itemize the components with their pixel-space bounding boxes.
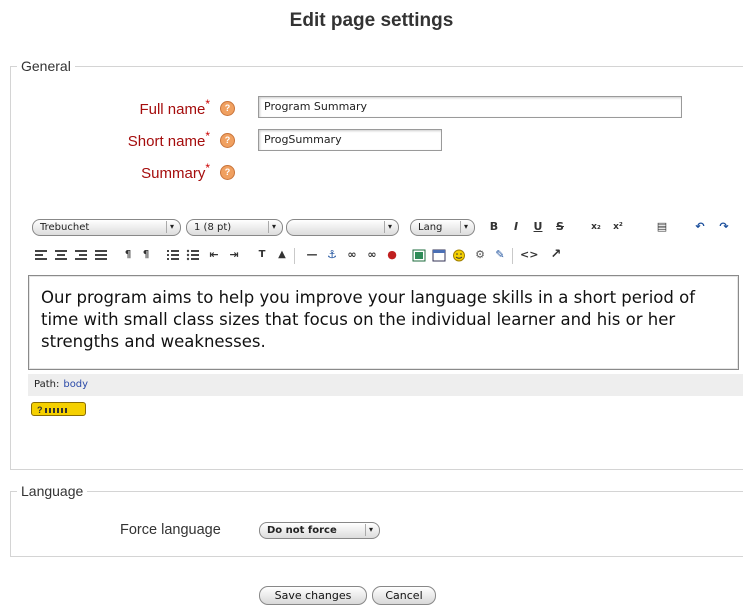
subscript-button[interactable]: x₂	[588, 219, 604, 235]
editor-help-badge[interactable]: ?	[31, 402, 86, 416]
toolbar-divider	[512, 248, 513, 264]
underline-button[interactable]: U	[530, 219, 546, 235]
align-center-icon[interactable]	[54, 249, 68, 262]
unordered-list-icon[interactable]	[186, 249, 200, 262]
superscript-button[interactable]: x²	[610, 219, 626, 235]
unlink-icon[interactable]: ∞	[364, 247, 380, 263]
path-label: Path:	[34, 379, 60, 390]
cancel-button[interactable]: Cancel	[372, 586, 436, 605]
undo-icon[interactable]: ↶	[692, 219, 708, 235]
save-changes-button[interactable]: Save changes	[259, 586, 367, 605]
justify-icon[interactable]	[94, 249, 108, 262]
summary-label: Summary*	[141, 161, 210, 182]
short-name-help-icon[interactable]: ?	[220, 133, 235, 148]
short-name-label: Short name*	[127, 129, 210, 150]
editor-content-area[interactable]: Our program aims to help you improve you…	[28, 275, 739, 370]
text-color-icon[interactable]: T	[254, 247, 270, 263]
ordered-list-icon[interactable]	[166, 249, 180, 262]
insert-table-icon[interactable]	[432, 249, 446, 262]
align-right-icon[interactable]	[74, 249, 88, 262]
indent-icon[interactable]: ⇥	[226, 247, 242, 263]
path-value-link[interactable]: body	[63, 379, 88, 390]
language-legend: Language	[21, 483, 84, 499]
link-icon[interactable]: ∞	[344, 247, 360, 263]
summary-help-icon[interactable]: ?	[220, 165, 235, 180]
outdent-icon[interactable]: ⇤	[206, 247, 222, 263]
editor-path-bar: Path: body	[28, 374, 743, 396]
rtl-icon[interactable]: ¶	[138, 247, 154, 263]
nolink-icon[interactable]: ●	[384, 247, 400, 263]
editor-content-text[interactable]: Our program aims to help you improve you…	[41, 287, 731, 353]
smiley-icon[interactable]	[452, 249, 466, 262]
horizontal-rule-icon[interactable]: —	[304, 247, 320, 263]
full-name-label: Full name*	[139, 97, 210, 118]
format-select[interactable]: ▾	[286, 219, 399, 236]
insert-image-icon[interactable]	[412, 249, 426, 262]
font-family-select[interactable]: Trebuchet ▾	[32, 219, 181, 236]
page-title: Edit page settings	[289, 10, 454, 31]
editor-toolbar-row-1: Trebuchet ▾ 1 (8 pt) ▾ ▾ Lang ▾ B I U S x₂ …	[28, 219, 743, 239]
anchor-icon[interactable]: ⚓	[324, 247, 340, 263]
short-name-input[interactable]: ProgSummary	[258, 129, 442, 151]
italic-button[interactable]: I	[508, 219, 524, 235]
full-name-input[interactable]: Program Summary	[258, 96, 682, 118]
redo-icon[interactable]: ↷	[716, 219, 732, 235]
general-legend: General	[21, 58, 71, 74]
editor-toolbar-row-2: ¶ ¶ ⇤ ⇥ T ▲ — ⚓ ∞ ∞ ● ⚙ ✎ <> ↗	[28, 247, 743, 267]
force-language-label: Force language	[120, 522, 221, 538]
full-name-help-icon[interactable]: ?	[220, 101, 235, 116]
font-size-select[interactable]: 1 (8 pt) ▾	[186, 219, 283, 236]
strikethrough-button[interactable]: S	[552, 219, 568, 235]
language-fieldset: Language	[10, 483, 743, 557]
search-replace-icon[interactable]: ✎	[492, 247, 508, 263]
insert-media-icon[interactable]: ⚙	[472, 247, 488, 263]
lang-select[interactable]: Lang ▾	[410, 219, 475, 236]
align-left-icon[interactable]	[34, 249, 48, 262]
html-editor: Trebuchet ▾ 1 (8 pt) ▾ ▾ Lang ▾ B I U S x₂ …	[28, 215, 743, 423]
toolbar-divider	[294, 248, 295, 264]
clean-word-icon[interactable]: ▤	[654, 219, 670, 235]
background-color-icon[interactable]: ▲	[274, 247, 290, 263]
html-source-icon[interactable]: <>	[520, 247, 538, 263]
ltr-icon[interactable]: ¶	[120, 247, 136, 263]
bold-button[interactable]: B	[486, 219, 502, 235]
fullscreen-icon[interactable]: ↗	[548, 247, 564, 263]
force-language-select[interactable]: Do not force ▾	[259, 522, 380, 539]
